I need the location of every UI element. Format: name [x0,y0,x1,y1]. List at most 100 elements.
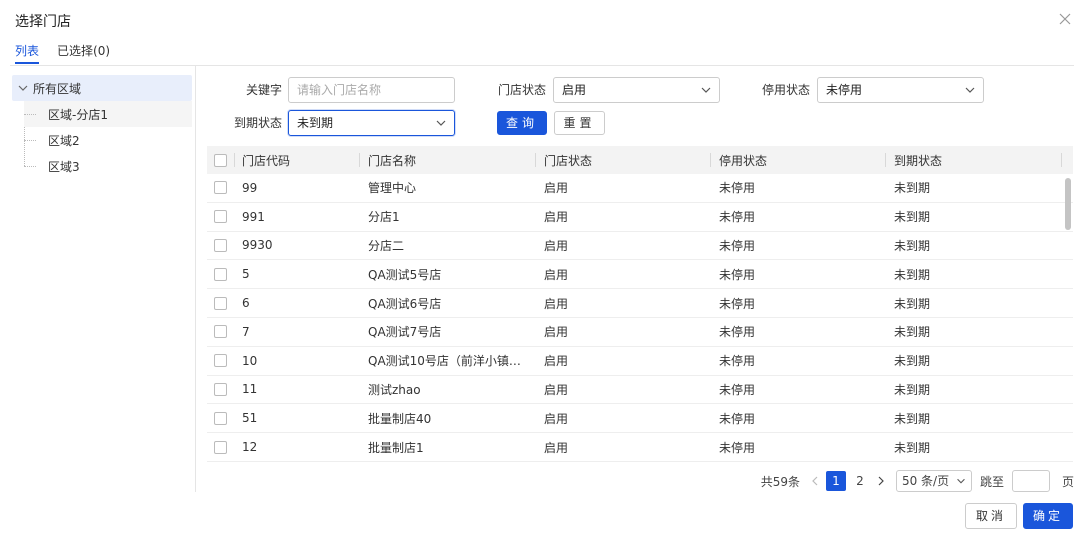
total-count: 共59条 [760,474,800,489]
header-checkbox-cell [214,146,228,174]
row-checkbox-cell [214,232,228,260]
table-header: 门店代码 门店名称 门店状态 停用状态 到期状态 [207,146,1073,174]
pagination: 共59条 1 2 50 条/页 跳至 页 [753,470,1074,492]
row-checkbox-cell [214,404,228,432]
chevron-down-icon [965,87,975,93]
table-cell: 未停用 [719,440,756,455]
header-store-code: 门店代码 [234,146,359,174]
store-status-select[interactable]: 启用 [553,77,720,103]
row-checkbox[interactable] [214,238,227,252]
store-table: 门店代码 门店名称 门店状态 停用状态 到期状态 99 管理中心 启用 未停用 未到期 9… [207,146,1073,464]
chevron-down-icon [436,120,446,126]
expire-status-value: 未到期 [297,116,334,130]
table-cell: 启用 [544,325,569,340]
table-cell: 未到期 [894,181,931,196]
row-checkbox[interactable] [214,210,227,224]
table-cell: 未停用 [719,325,756,340]
chevron-down-icon [957,478,965,484]
row-checkbox-cell [214,260,228,288]
cancel-button[interactable]: 取消 [965,503,1017,529]
keyword-label: 关键字 [245,83,282,97]
table-cell: 分店二 [368,238,405,253]
tree-node-label: 区域-分店1 [48,107,108,122]
table-row[interactable]: 7 QA测试7号店 启用 未停用 未到期 [207,318,1073,347]
select-all-checkbox[interactable] [214,153,227,167]
tab-list[interactable]: 列表 [15,42,40,64]
row-checkbox-cell [214,203,228,231]
close-icon[interactable] [1056,10,1074,28]
tree-node-label: 所有区域 [33,81,82,96]
table-row[interactable]: 991 分店1 启用 未停用 未到期 [207,203,1073,232]
tree-node-all-regions[interactable]: 所有区域 [12,75,192,101]
header-end [1061,146,1073,174]
header-expire-status: 到期状态 [885,146,1061,174]
table-cell: 批量制店40 [368,411,432,426]
page-size-value: 50 条/页 [901,474,950,488]
tab-selected[interactable]: 已选择(0) [57,42,110,64]
table-cell: 未停用 [719,296,756,311]
tree-node-region3[interactable]: 区域3 [24,153,192,179]
row-checkbox[interactable] [214,296,227,310]
column-header: 停用状态 [719,153,768,168]
header-store-status: 门店状态 [535,146,711,174]
table-cell: 启用 [544,267,569,282]
table-cell: 未到期 [894,382,931,397]
next-page-icon[interactable] [874,474,888,488]
table-cell: QA测试10号店（前洋小镇… [368,354,521,369]
table-cell: QA测试6号店 [368,296,442,311]
tab-divider [10,65,1074,66]
column-header: 门店代码 [242,153,291,168]
chevron-down-icon [701,87,711,93]
prev-page-icon[interactable] [808,474,822,488]
table-row[interactable]: 12 批量制店1 启用 未停用 未到期 [207,433,1073,462]
page-suffix: 页 [1061,474,1074,489]
reset-button[interactable]: 重置 [554,111,605,135]
table-cell: 未到期 [894,354,931,369]
keyword-input[interactable]: 请输入门店名称 [288,77,455,103]
select-store-dialog: 选择门店 列表 已选择(0) 所有区域 区域-分店1 区域2 区域3 关键字 请… [0,0,1084,542]
table-cell: 启用 [544,238,569,253]
table-row[interactable]: 11 测试zhao 启用 未停用 未到期 [207,376,1073,405]
expire-status-label: 到期状态 [233,116,282,130]
suspend-status-label: 停用状态 [761,83,810,97]
tree-node-region-branch1[interactable]: 区域-分店1 [24,101,192,127]
table-cell: 未停用 [719,181,756,196]
row-checkbox[interactable] [214,181,227,195]
table-cell: 启用 [544,210,569,225]
table-row[interactable]: 10 QA测试10号店（前洋小镇… 启用 未停用 未到期 [207,347,1073,376]
table-row[interactable]: 5 QA测试5号店 启用 未停用 未到期 [207,260,1073,290]
column-header: 门店名称 [368,153,417,168]
column-header: 到期状态 [894,153,943,168]
row-checkbox[interactable] [214,325,227,339]
table-cell: 未到期 [894,411,931,426]
table-scrollbar[interactable] [1065,178,1071,230]
caret-down-icon[interactable] [16,81,30,95]
table-cell: 未停用 [719,382,756,397]
page-1[interactable]: 1 [825,471,846,491]
column-header: 门店状态 [544,153,593,168]
table-row[interactable]: 9930 分店二 启用 未停用 未到期 [207,232,1073,261]
table-row[interactable]: 99 管理中心 启用 未停用 未到期 [207,174,1073,203]
row-checkbox-cell [214,174,228,202]
table-row[interactable]: 51 批量制店40 启用 未停用 未到期 [207,404,1073,434]
store-status-value: 启用 [562,83,587,97]
tree-node-region2[interactable]: 区域2 [24,127,192,153]
page-size-select[interactable]: 50 条/页 [895,470,972,492]
suspend-status-select[interactable]: 未停用 [817,77,984,103]
confirm-button[interactable]: 确定 [1023,503,1073,529]
row-checkbox[interactable] [214,354,227,368]
table-row[interactable]: 6 QA测试6号店 启用 未停用 未到期 [207,289,1073,318]
row-checkbox[interactable] [214,267,227,281]
expire-status-select[interactable]: 未到期 [288,110,455,136]
jump-page-input[interactable] [1011,470,1050,492]
row-checkbox[interactable] [214,411,227,425]
dialog-title: 选择门店 [15,14,71,30]
search-button[interactable]: 查询 [497,111,547,135]
table-cell: 分店1 [368,210,400,225]
table-cell: 未停用 [719,411,756,426]
page-2[interactable]: 2 [850,471,870,491]
row-checkbox-cell [214,433,228,461]
row-checkbox[interactable] [214,440,227,454]
row-checkbox[interactable] [214,382,227,396]
table-cell: 未到期 [894,267,931,282]
